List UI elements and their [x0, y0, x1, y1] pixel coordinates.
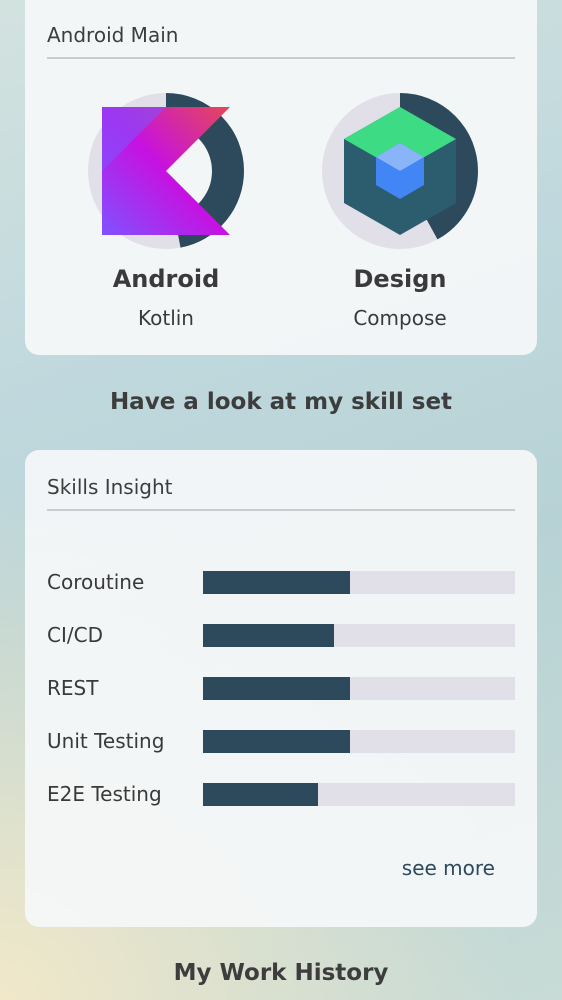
skill-bar-track [203, 730, 515, 753]
skill-bar-fill [203, 571, 350, 594]
skill-bar-fill [203, 783, 319, 806]
compose-icon [344, 107, 456, 235]
skill-bar-fill [203, 730, 350, 753]
see-more-link[interactable]: see more [402, 856, 495, 880]
android-donut-name: Android [112, 265, 220, 293]
skill-row-rest: REST [47, 673, 515, 703]
skill-bar-track [203, 571, 515, 594]
design-donut-name: Design [353, 265, 447, 293]
design-donut-sub: Compose [353, 306, 447, 330]
skill-bar-track [203, 783, 515, 806]
skill-row-coroutine: Coroutine [47, 567, 515, 597]
design-donut [320, 91, 480, 251]
skill-row-e2e-testing: E2E Testing [47, 779, 515, 809]
skill-label: Coroutine [47, 570, 145, 594]
skill-label: E2E Testing [47, 782, 162, 806]
skillset-heading: Have a look at my skill set [109, 389, 453, 415]
skill-row-cicd: CI/CD [47, 620, 515, 650]
card-title: Android Main [47, 23, 515, 59]
skill-bar-track [203, 677, 515, 700]
kotlin-icon [102, 107, 230, 235]
skill-bar-fill [203, 677, 350, 700]
card-title: Skills Insight [47, 475, 515, 511]
skills-insight-card: Skills Insight Coroutine CI/CD REST Unit… [25, 450, 537, 927]
skill-label: CI/CD [47, 623, 103, 647]
android-main-card: Android Main Android Kotlin Design Compo… [25, 0, 537, 355]
skill-bar-fill [203, 624, 335, 647]
skill-label: REST [47, 676, 99, 700]
work-history-heading: My Work History [173, 960, 389, 986]
skill-bar-track [203, 624, 515, 647]
android-donut [86, 91, 246, 251]
android-donut-sub: Kotlin [138, 306, 194, 330]
skill-row-unit-testing: Unit Testing [47, 726, 515, 756]
skill-label: Unit Testing [47, 729, 165, 753]
